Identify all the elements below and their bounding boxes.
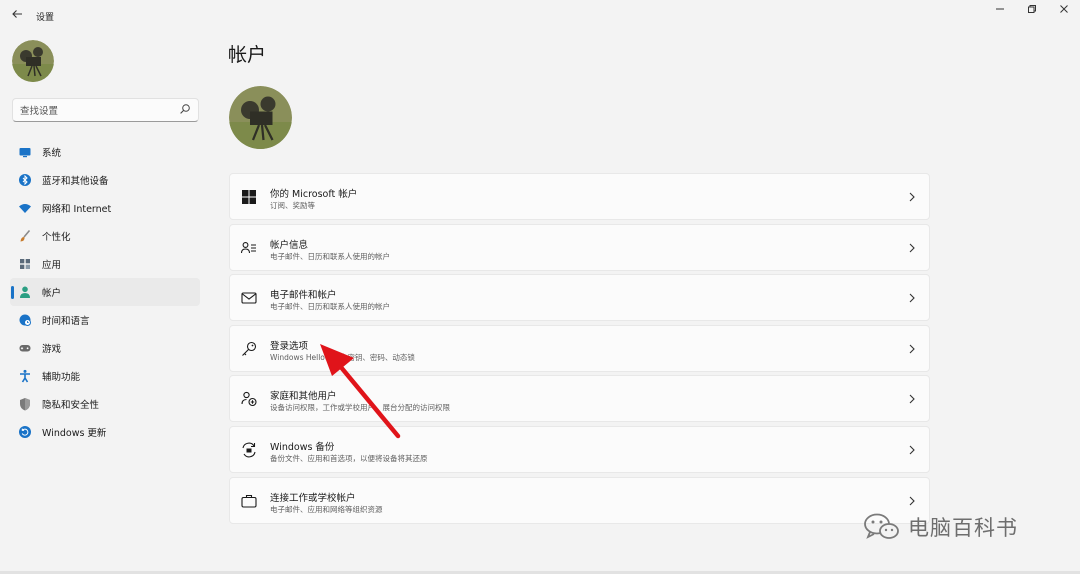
card-account-info[interactable]: 帐户信息 电子邮件、日历和联系人使用的帐户 (229, 223, 930, 271)
key-icon (242, 341, 257, 356)
sidebar-item-time-language[interactable]: 时间和语言 (10, 306, 200, 334)
monitor-icon (18, 145, 32, 159)
backup-icon (242, 442, 256, 458)
chevron-right-icon (909, 445, 915, 455)
sidebar-item-label: 网络和 Internet (42, 204, 112, 215)
close-icon (1060, 5, 1068, 13)
card-subtitle: 订阅、奖励等 (270, 201, 315, 210)
active-indicator (11, 286, 14, 299)
sidebar-item-windows-update[interactable]: Windows 更新 (10, 418, 200, 446)
update-icon (18, 425, 32, 439)
person-card-icon (240, 241, 256, 253)
chevron-right-icon (909, 293, 915, 303)
sidebar-item-label: 时间和语言 (42, 316, 90, 327)
close-button[interactable] (1050, 4, 1078, 20)
account-avatar (229, 86, 292, 149)
chevron-right-icon (909, 192, 915, 202)
accessibility-icon (18, 369, 32, 383)
sidebar-item-privacy[interactable]: 隐私和安全性 (10, 390, 200, 418)
card-title: 登录选项 (270, 340, 309, 352)
sidebar-item-accessibility[interactable]: 辅助功能 (10, 362, 200, 390)
user-avatar[interactable] (12, 40, 54, 82)
minimize-icon (996, 8, 1004, 10)
sidebar-item-label: 蓝牙和其他设备 (42, 176, 109, 187)
card-subtitle: Windows Hello、安全密钥、密码、动态锁 (270, 352, 415, 362)
title-bar: 设置 (0, 0, 1080, 34)
sidebar-item-label: 游戏 (42, 344, 62, 355)
brush-icon (18, 229, 32, 243)
search-input[interactable] (13, 100, 173, 123)
sidebar-item-gaming[interactable]: 游戏 (10, 334, 200, 362)
sidebar-item-apps[interactable]: 应用 (10, 250, 200, 278)
arrow-left-icon (12, 10, 22, 18)
globe-clock-icon (18, 313, 32, 327)
shield-icon (18, 397, 32, 411)
card-title: 帐户信息 (270, 239, 309, 251)
card-subtitle: 电子邮件、日历和联系人使用的帐户 (270, 302, 390, 312)
minimize-button[interactable] (986, 4, 1014, 20)
sidebar-nav: 系统 蓝牙和其他设备 网络和 Internet 个性化 应用 帐户 时间和语言 … (10, 138, 200, 446)
mail-icon (241, 292, 257, 304)
wifi-icon (18, 201, 32, 215)
settings-search[interactable] (12, 98, 199, 123)
card-title: 连接工作或学校帐户 (270, 492, 356, 504)
chevron-right-icon (909, 394, 915, 404)
watermark: 电脑百科书 (862, 512, 1018, 542)
restore-icon (1028, 5, 1036, 13)
card-microsoft-account[interactable]: 你的 Microsoft 帐户 订阅、奖励等 (229, 173, 930, 220)
sidebar-item-label: 辅助功能 (42, 372, 81, 383)
card-subtitle: 电子邮件、日历和联系人使用的帐户 (270, 251, 390, 261)
sidebar-item-bluetooth[interactable]: 蓝牙和其他设备 (10, 166, 200, 194)
sidebar-item-accounts[interactable]: 帐户 (10, 278, 200, 306)
sidebar-item-label: 个性化 (42, 232, 71, 243)
card-title: Windows 备份 (270, 441, 335, 453)
chevron-right-icon (909, 344, 915, 354)
apps-icon (18, 257, 32, 271)
card-title: 电子邮件和帐户 (270, 290, 337, 302)
sidebar-item-personalization[interactable]: 个性化 (10, 222, 200, 250)
card-subtitle: 设备访问权限，工作或学校用户，展台分配的访问权限 (270, 403, 450, 413)
chevron-right-icon (909, 243, 915, 252)
card-work-school-account[interactable]: 连接工作或学校帐户 电子邮件、应用和网络等组织资源 (229, 476, 930, 524)
sidebar-item-network[interactable]: 网络和 Internet (10, 194, 200, 222)
chevron-right-icon (909, 496, 915, 505)
card-sign-in-options[interactable]: 登录选项 Windows Hello、安全密钥、密码、动态锁 (229, 324, 930, 372)
sidebar-item-system[interactable]: 系统 (10, 138, 200, 166)
watermark-text: 电脑百科书 (908, 516, 1018, 540)
page-title: 帐户 (228, 44, 267, 66)
card-subtitle: 备份文件、应用和首选项，以便将设备将其还原 (270, 453, 428, 463)
card-title: 家庭和其他用户 (270, 391, 337, 403)
microsoft-logo-icon (242, 190, 256, 204)
sidebar-item-label: 隐私和安全性 (42, 400, 100, 411)
sidebar-item-label: 应用 (42, 260, 62, 271)
card-windows-backup[interactable]: Windows 备份 备份文件、应用和首选项，以便将设备将其还原 (229, 425, 930, 473)
card-email-accounts[interactable]: 电子邮件和帐户 电子邮件、日历和联系人使用的帐户 (229, 274, 930, 322)
wechat-icon (864, 513, 899, 539)
card-family-users[interactable]: 家庭和其他用户 设备访问权限，工作或学校用户，展台分配的访问权限 (229, 375, 930, 423)
gamepad-icon (18, 341, 32, 355)
sidebar-item-label: 帐户 (42, 288, 62, 299)
search-icon[interactable] (179, 103, 191, 115)
briefcase-icon (241, 494, 257, 508)
family-icon (241, 392, 257, 407)
card-subtitle: 电子邮件、应用和网络等组织资源 (270, 504, 383, 514)
bluetooth-icon (18, 173, 32, 187)
back-button[interactable] (8, 8, 26, 26)
person-icon (18, 285, 32, 299)
restore-button[interactable] (1018, 4, 1046, 20)
app-title: 设置 (36, 13, 55, 23)
account-settings-list: 你的 Microsoft 帐户 订阅、奖励等 帐户信息 电子邮件、日历和联系人使… (229, 173, 930, 527)
sidebar-item-label: Windows 更新 (42, 428, 107, 439)
card-title: 你的 Microsoft 帐户 (270, 189, 358, 200)
sidebar-item-label: 系统 (42, 148, 62, 159)
